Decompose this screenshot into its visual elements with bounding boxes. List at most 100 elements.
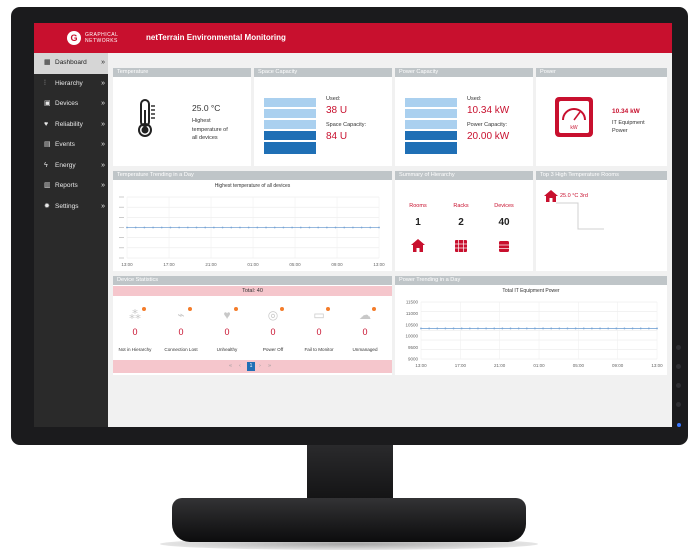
last-page-button[interactable]: » [268,363,271,369]
data-point [542,327,544,330]
devices-icon: ▣ [44,100,51,107]
total-label: Total: 40 [242,288,263,294]
panel-title: Device Statistics [113,276,392,285]
first-page-button[interactable]: « [229,363,232,369]
panel-title: Top 3 High Temperature Rooms [536,171,667,180]
data-point [152,226,154,229]
hierarchy-off-icon: ⁂ [129,308,141,322]
data-point [256,226,259,229]
sidebar-item-label: Devices [55,100,79,107]
data-point [615,327,618,330]
sidebar-item-label: Energy [55,161,76,169]
data-point [247,226,250,229]
power-gauge-icon: kW [555,97,593,137]
data-point [607,327,610,330]
panel-title: Temperature [113,68,251,77]
x-tick-label: 17:00 [455,363,467,368]
data-point [517,327,520,330]
sidebar-item-label: Reports [55,182,78,189]
y-tick-label: 10000 [405,334,418,339]
data-point [352,226,354,229]
x-tick-label: 05:00 [573,363,585,368]
x-tick-label: 17:00 [163,262,175,267]
hierarchy-rooms-value: 1 [415,217,421,228]
next-page-button[interactable]: › [259,363,261,369]
data-point [444,327,447,330]
sidebar-item-dashboard[interactable]: ▦ Dashboard » [34,53,108,74]
room-icon [411,239,425,252]
desc-line: Power [612,128,628,134]
data-point [452,327,455,330]
x-tick-label: 21:00 [205,262,217,267]
data-point [134,226,137,229]
unhealthy-icon: ♥ [223,308,231,322]
sidebar-item-label: Settings [55,202,79,210]
data-point [631,327,634,330]
power-capacity-bar [405,98,457,154]
temperature-desc: Highest temperature of all devices [192,117,228,143]
x-tick-label: 09:00 [612,363,624,368]
monitor-buttons [676,345,682,421]
sidebar-item-settings[interactable]: ✹ Settings » [34,197,108,218]
events-icon: ▤ [44,141,51,148]
data-point [647,327,650,330]
energy-icon: ϟ [44,161,48,169]
top-rooms-panel: Top 3 High Temperature Rooms 25.0 °C 3rd [536,171,667,271]
alert-dot [326,307,330,311]
data-point [436,327,439,330]
power-value: 10.34 kW [612,108,640,115]
hierarchy-devices-label: Devices [494,203,514,209]
stat-value: 0 [316,327,322,337]
space-capacity-value: 84 U [326,131,348,142]
sidebar-item-label: Events [55,141,75,148]
chevron-right-icon: » [101,120,105,128]
power-desc: IT Equipment Power [612,119,645,135]
hierarchy-racks-value: 2 [458,217,464,228]
chevron-right-icon: » [101,161,105,169]
panel-title: Power [536,68,667,77]
alert-dot [188,307,192,311]
data-point [558,327,561,330]
alert-dot [372,307,376,311]
desc-line: Highest [192,118,211,124]
app-header: G GRAPHICAL NETWORKS netTerrain Environm… [34,23,672,53]
sidebar-item-hierarchy[interactable]: ⫶ Hierarchy » [34,74,108,95]
device-statistics-panel: Device Statistics Total: 40 ⁂ 0 Not in Hie… [113,276,392,375]
sidebar-item-reports[interactable]: ▥ Reports » [34,176,108,197]
top-room-entry: 25.0 °C 3rd [560,193,588,199]
page-1-button[interactable]: 1 [247,362,255,371]
alert-dot [280,307,284,311]
panel-title: Space Capacity [254,68,392,77]
x-tick-label: 13:00 [651,363,663,368]
data-point [160,226,163,229]
data-point [273,226,276,229]
space-capacity-label: Space Capacity: [326,122,367,128]
prev-page-button[interactable]: ‹ [239,363,241,369]
sidebar-item-devices[interactable]: ▣ Devices » [34,94,108,115]
stat-label: Unhealthy [216,347,238,352]
power-used-value: 10.34 kW [467,105,510,116]
sidebar-item-events[interactable]: ▤ Events » [34,135,108,156]
fail-monitor-icon: ▭ [313,308,325,322]
stat-value: 0 [178,327,184,337]
x-tick-label: 01:00 [247,262,259,267]
sidebar-item-energy[interactable]: ϟ Energy » [34,156,108,177]
y-tick-label: 10500 [405,322,418,327]
data-point [509,327,512,330]
stat-label: Connection Lost [164,347,198,352]
data-point [599,327,601,330]
data-point [534,327,536,330]
space-used-value: 38 U [326,105,348,116]
temperature-chart: 13:00 17:00 21:00 01:00 05:00 09:00 13:00 [119,196,385,267]
chevron-right-icon: » [101,202,105,210]
sidebar-item-label: Hierarchy [55,79,83,87]
data-point [221,226,224,229]
data-point [574,327,577,330]
sidebar-item-reliability[interactable]: ♥ Reliability » [34,115,108,136]
reliability-icon: ♥ [44,120,49,128]
data-point [169,226,172,229]
data-point [656,327,658,330]
data-point [282,226,285,229]
chevron-right-icon: » [101,59,105,66]
hierarchy-devices-value: 40 [498,217,510,228]
